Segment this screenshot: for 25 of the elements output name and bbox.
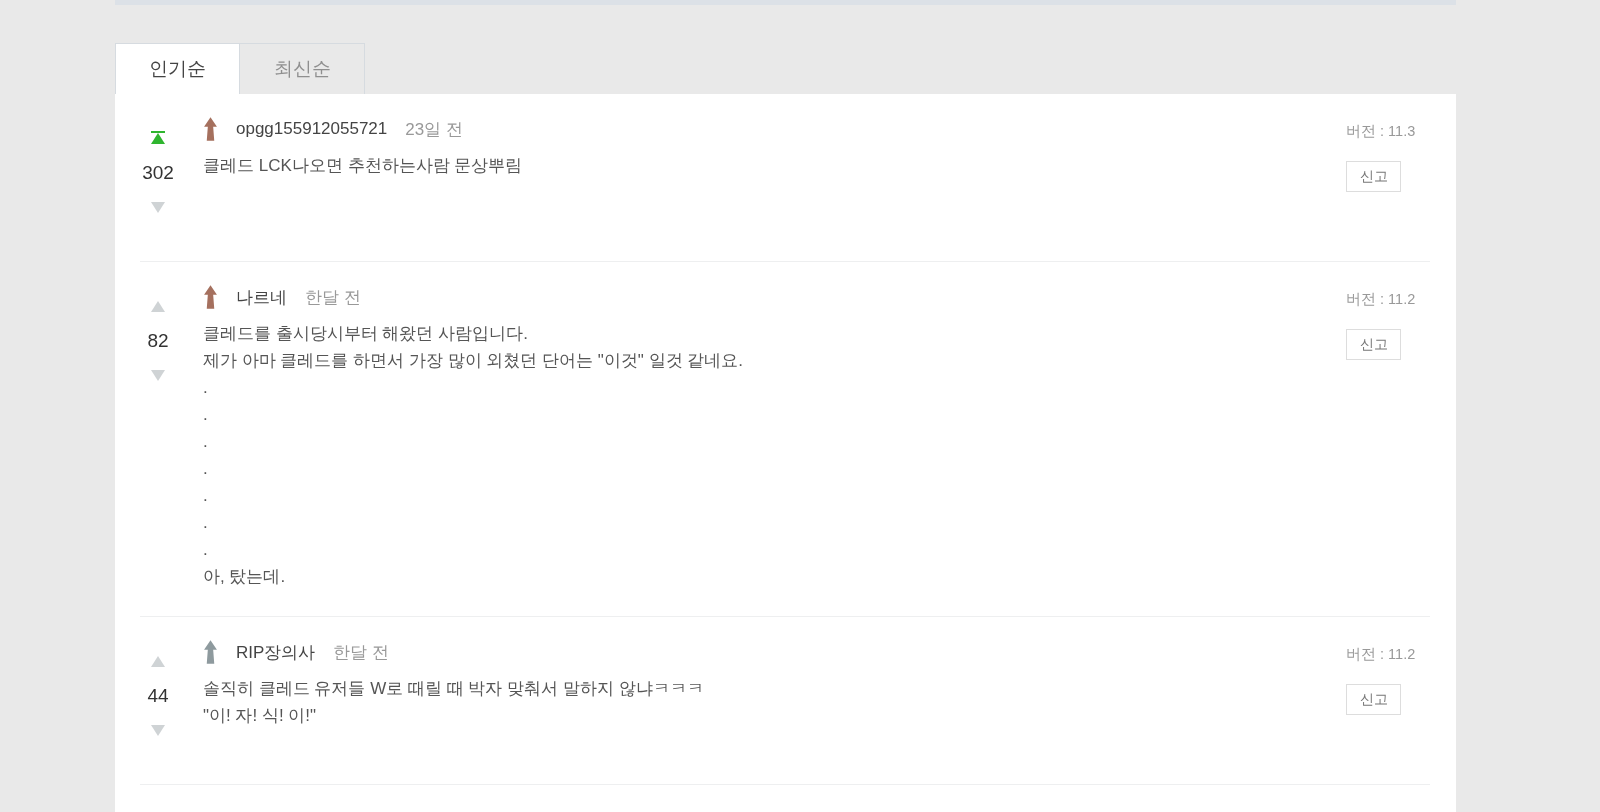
author-name[interactable]: 나르네 xyxy=(236,285,287,309)
author-name[interactable]: opgg155912055721 xyxy=(236,119,388,139)
version-label: 버전 : 11.3 xyxy=(1346,122,1416,140)
upvote-arrow-icon[interactable] xyxy=(151,654,165,667)
downvote-arrow-icon[interactable] xyxy=(151,725,165,736)
post-time: 한달 전 xyxy=(305,286,361,309)
upvote-arrow-icon[interactable] xyxy=(151,299,165,312)
downvote-arrow-icon[interactable] xyxy=(151,370,165,381)
version-label: 버전 : 11.2 xyxy=(1346,645,1416,663)
vote-count: 82 xyxy=(147,330,169,352)
author-name[interactable]: RIP장의사 xyxy=(236,640,316,664)
report-button[interactable]: 신고 xyxy=(1346,161,1401,192)
vote-count: 44 xyxy=(147,685,169,707)
downvote-arrow-icon[interactable] xyxy=(151,202,165,213)
version-label: 버전 : 11.2 xyxy=(1346,290,1416,308)
upvote-arrow-icon[interactable] xyxy=(151,131,165,144)
report-button[interactable]: 신고 xyxy=(1346,329,1401,360)
comment-text: 클레드 LCK나오면 추천하는사람 문상뿌림 xyxy=(203,155,524,177)
post-time: 한달 전 xyxy=(333,641,390,664)
vote-count: 302 xyxy=(142,162,174,184)
sort-tab[interactable]: 인기순 xyxy=(115,43,240,94)
comment-text: 클레드를 출시당시부터 해왔던 사람입니다. 제가 아마 클레드를 하면서 가장 많이 외쳤던 단어는 "이것" 일것 같네요. . . . . . . . 아, 탔는데. xyxy=(203,323,745,588)
comment-text: 솔직히 클레드 유저들 W로 때릴 때 박자 맞춰서 말하지 않냐ㅋㅋㅋ "이! 자! 식! 이!" xyxy=(203,678,705,727)
report-button[interactable]: 신고 xyxy=(1346,684,1401,715)
post-time: 23일 전 xyxy=(405,118,463,141)
